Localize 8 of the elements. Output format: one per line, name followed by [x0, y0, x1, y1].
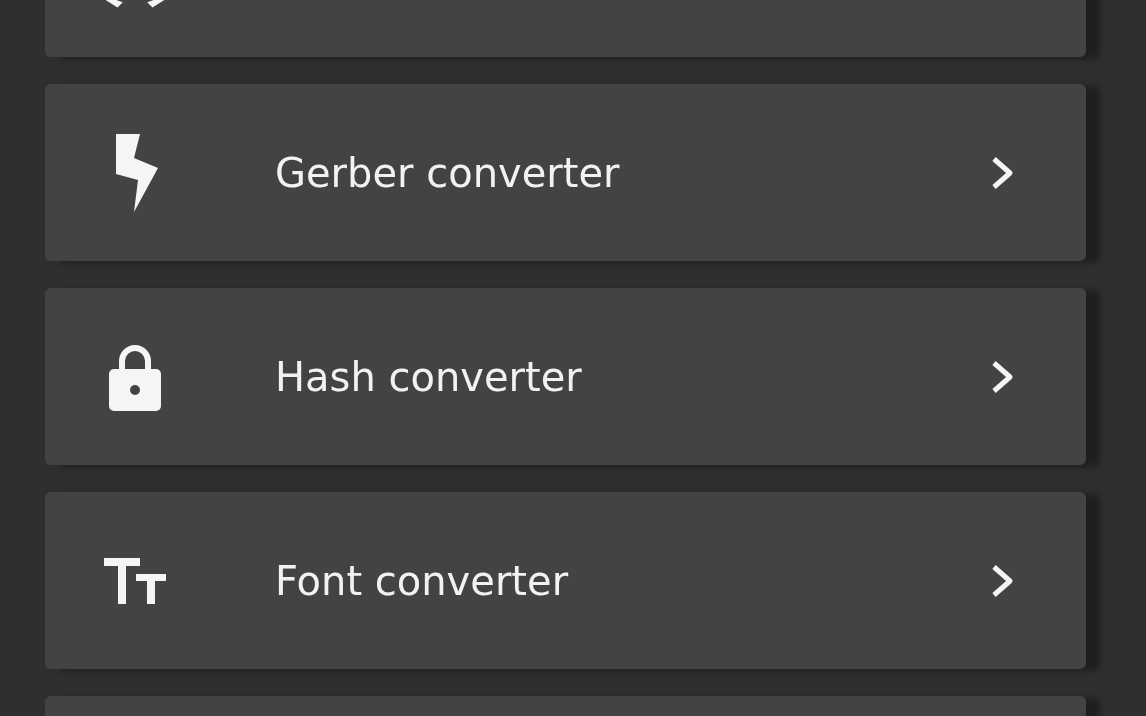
converter-list-item[interactable]: Gerber converter	[45, 84, 1086, 261]
item-label: Gerber converter	[275, 149, 621, 196]
item-label: Hash converter	[275, 353, 583, 400]
lock-icon	[108, 342, 162, 411]
item-label: Font converter	[275, 557, 570, 604]
converter-list-item[interactable]: Hash converter	[45, 288, 1086, 465]
converter-list-item[interactable]: Font converter	[45, 492, 1086, 669]
text-size-icon	[104, 557, 166, 604]
